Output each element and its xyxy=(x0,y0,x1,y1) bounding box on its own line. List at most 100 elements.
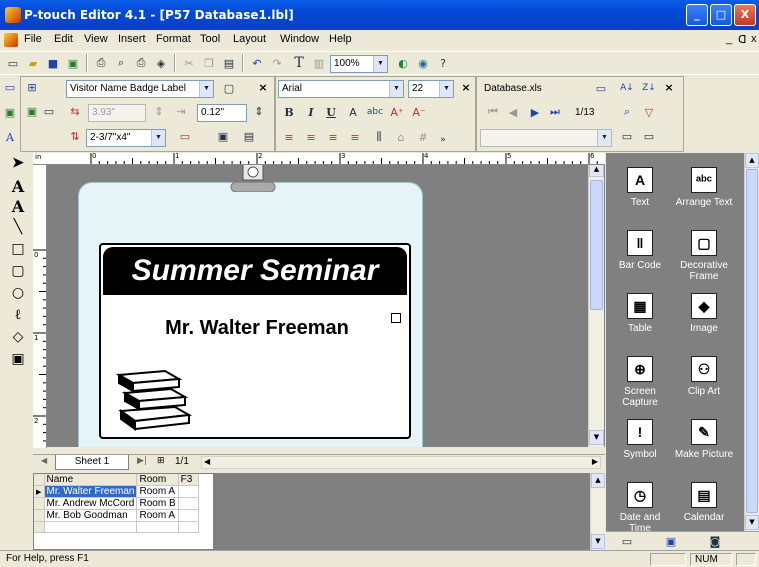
dock-item-table[interactable]: ▦ Table xyxy=(610,293,670,334)
filter-icon[interactable]: ▽ xyxy=(640,103,658,121)
fit-icon[interactable]: ⇥ xyxy=(172,102,190,120)
transfer-icon[interactable]: ◈ xyxy=(152,54,170,72)
dock-item-arrange-text[interactable]: ᵃᵇᶜ Arrange Text xyxy=(674,167,734,208)
layout-icon[interactable]: ◐ xyxy=(394,54,412,72)
menu-file[interactable]: File xyxy=(24,33,42,45)
label-type-select[interactable]: Visitor Name Badge Label ▼ xyxy=(66,80,214,98)
cell-room[interactable]: Room A xyxy=(136,509,179,522)
polygon-tool-icon[interactable]: ◇ xyxy=(9,329,27,349)
menu-window[interactable]: Window xyxy=(280,33,319,45)
properties-icon[interactable]: ▥ xyxy=(310,54,328,72)
paper-size-select[interactable]: 2-3/7"x4" ▼ xyxy=(86,129,166,147)
save-icon[interactable]: ■ xyxy=(44,54,62,72)
sort-desc-icon[interactable]: Z↓ xyxy=(640,79,658,97)
length-icon[interactable]: ⇆ xyxy=(66,102,84,120)
italic-button[interactable]: I xyxy=(302,103,320,121)
text-tool-icon[interactable]: T xyxy=(290,54,308,72)
cell-room[interactable]: Room B xyxy=(136,497,179,510)
menu-layout[interactable]: Layout xyxy=(233,33,266,45)
scroll-right-icon[interactable]: ▶ xyxy=(592,457,598,466)
close-panel-icon[interactable]: × xyxy=(256,81,270,95)
dock-tab-objects-icon[interactable]: ▣ xyxy=(662,532,680,550)
menu-tool[interactable]: Tool xyxy=(200,33,220,45)
page-setup-dock-icon[interactable]: ▭ xyxy=(1,78,19,96)
badge-layout[interactable]: Summer Seminar Mr. Walter Freeman xyxy=(99,243,411,439)
orientation-icon[interactable]: ▭ xyxy=(176,127,194,145)
length-spin-icon[interactable]: ⇕ xyxy=(150,102,168,120)
print-setup-icon[interactable]: ⎙ xyxy=(92,54,110,72)
open-icon[interactable]: ▰ xyxy=(24,54,42,72)
column-header-name[interactable]: Name xyxy=(44,474,138,486)
previous-record-icon[interactable]: ◀ xyxy=(504,103,522,121)
background-icon[interactable]: ▤ xyxy=(240,127,258,145)
scroll-down-icon[interactable]: ▼ xyxy=(589,430,604,445)
table-row[interactable]: ▶ Mr. Walter Freeman Room A xyxy=(34,485,199,498)
freehand-tool-icon[interactable]: ℓ xyxy=(9,307,27,327)
font-select[interactable]: Arial ▼ xyxy=(278,80,404,98)
menu-insert[interactable]: Insert xyxy=(118,33,146,45)
database-open-icon[interactable]: ▭ xyxy=(592,79,610,97)
text-tool-icon[interactable]: A xyxy=(9,177,27,197)
new-icon[interactable]: ▭ xyxy=(4,54,22,72)
frame-tool-icon[interactable]: ▣ xyxy=(9,351,27,371)
print-icon[interactable]: ⎙ xyxy=(132,54,150,72)
horizontal-scrollbar[interactable]: ◀ ▶ xyxy=(201,456,601,469)
dock-tab-layout-icon[interactable]: ▭ xyxy=(618,532,636,550)
length-input[interactable]: 3.93" xyxy=(88,104,146,122)
auto-length-icon[interactable]: ▭ xyxy=(40,102,58,120)
label-type-icon[interactable]: ⊞ xyxy=(23,78,41,96)
text-effect-icon[interactable]: abc xyxy=(366,103,384,121)
table-row[interactable]: Mr. Bob Goodman Room A xyxy=(34,509,199,522)
rectangle-tool-icon[interactable]: □ xyxy=(9,241,27,261)
add-sheet-icon[interactable]: ⊞ xyxy=(157,456,165,466)
layout-dock-icon[interactable]: ▣ xyxy=(1,103,19,121)
last-record-icon[interactable]: ⏭ xyxy=(546,103,564,121)
cut-icon[interactable]: ✂ xyxy=(180,54,198,72)
select-arrow-icon[interactable]: ➤ xyxy=(9,155,27,175)
copy-icon[interactable]: ❐ xyxy=(200,54,218,72)
cell-name[interactable]: Mr. Andrew McCord xyxy=(44,497,138,510)
scroll-thumb[interactable] xyxy=(590,180,603,310)
cell-f3[interactable] xyxy=(178,509,199,522)
underline-button[interactable]: U xyxy=(322,103,340,121)
database-field-select[interactable]: ▼ xyxy=(480,129,612,147)
close-button[interactable]: X xyxy=(734,4,756,26)
align-center-icon[interactable]: ≡ xyxy=(302,128,320,146)
vertical-text-tool-icon[interactable]: A xyxy=(9,197,27,217)
minimize-button[interactable]: _ xyxy=(686,4,708,26)
scroll-up-icon[interactable]: ▲ xyxy=(591,473,605,488)
align-right-icon[interactable]: ≡ xyxy=(324,128,342,146)
canvas-vertical-scrollbar[interactable]: ▲ ▼ xyxy=(588,162,604,447)
align-left-icon[interactable]: ≡ xyxy=(280,128,298,146)
first-record-icon[interactable]: ⏮ xyxy=(484,103,502,121)
merge-icon[interactable]: ▭ xyxy=(618,127,636,145)
dock-item-barcode[interactable]: ‖ Bar Code xyxy=(610,230,670,271)
paste-icon[interactable]: ▤ xyxy=(220,54,238,72)
more-icon[interactable]: » xyxy=(434,131,452,149)
scroll-up-icon[interactable]: ▲ xyxy=(745,153,759,168)
dock-item-clock[interactable]: ◷ Date and Time xyxy=(610,482,670,534)
sheet-scroll-left-icon[interactable]: ◀ xyxy=(41,456,53,469)
table-row[interactable] xyxy=(34,521,199,533)
search-icon[interactable]: ⌕ xyxy=(618,103,636,121)
number-format-icon[interactable]: # xyxy=(414,128,432,146)
save-as-icon[interactable]: ▣ xyxy=(64,54,82,72)
next-record-icon[interactable]: ▶ xyxy=(526,103,544,121)
label-canvas[interactable]: Summer Seminar Mr. Walter Freeman ▲ ▼ xyxy=(33,162,605,447)
undo-icon[interactable]: ↶ xyxy=(248,54,266,72)
table-row[interactable]: Mr. Andrew McCord Room B xyxy=(34,497,199,510)
menu-format[interactable]: Format xyxy=(156,33,191,45)
margin-icon[interactable]: ▣ xyxy=(23,102,41,120)
frame-icon[interactable]: ▣ xyxy=(214,127,232,145)
font-shrink-icon[interactable]: A⁻ xyxy=(410,103,428,121)
print-preview-icon[interactable]: ⌕ xyxy=(112,54,130,72)
rounded-rectangle-tool-icon[interactable]: ▢ xyxy=(9,263,27,283)
sheet-nav-icon[interactable]: ▶| xyxy=(137,456,147,466)
menu-view[interactable]: View xyxy=(84,33,108,45)
scroll-thumb[interactable] xyxy=(746,169,758,513)
badge-name-field[interactable]: Mr. Walter Freeman xyxy=(101,317,413,340)
close-panel-icon[interactable]: × xyxy=(662,81,676,95)
menu-help[interactable]: Help xyxy=(329,33,352,45)
redo-icon[interactable]: ↷ xyxy=(268,54,286,72)
dock-item-symbol[interactable]: ! Symbol xyxy=(610,419,670,460)
